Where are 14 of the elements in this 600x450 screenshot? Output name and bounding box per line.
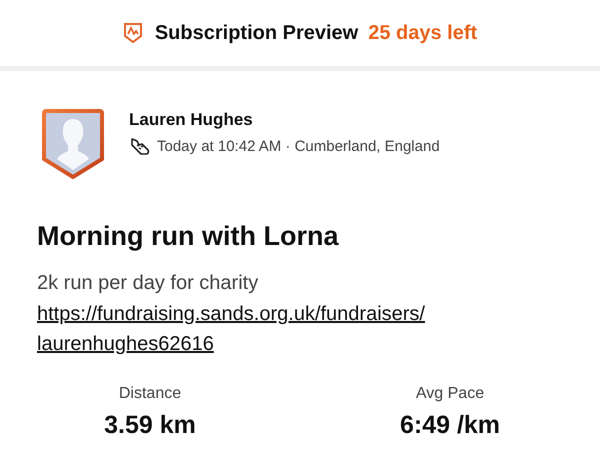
stat-value: 6:49 /km [400,411,500,440]
activity-meta: Today at 10:42 AM · Cumberland, England [157,138,440,154]
banner-title: Subscription Preview [154,22,358,44]
stat-label: Distance [118,385,182,403]
activity-title: Morning run with Lorna [37,221,340,252]
fundraiser-link[interactable]: https://fundraising.sands.org.uk/fundraisers/ [37,299,600,329]
shield-icon [122,22,143,44]
stat-label: Avg Pace [416,385,484,403]
days-left: 25 days left [368,22,478,44]
fundraiser-link[interactable]: laurenhughes62616 [37,329,600,359]
athlete-name[interactable]: Lauren Hughes [129,110,440,130]
stat-value: 3.59 km [104,411,196,440]
avatar[interactable] [42,109,104,179]
activity-description: 2k run per day for charity [37,272,260,295]
